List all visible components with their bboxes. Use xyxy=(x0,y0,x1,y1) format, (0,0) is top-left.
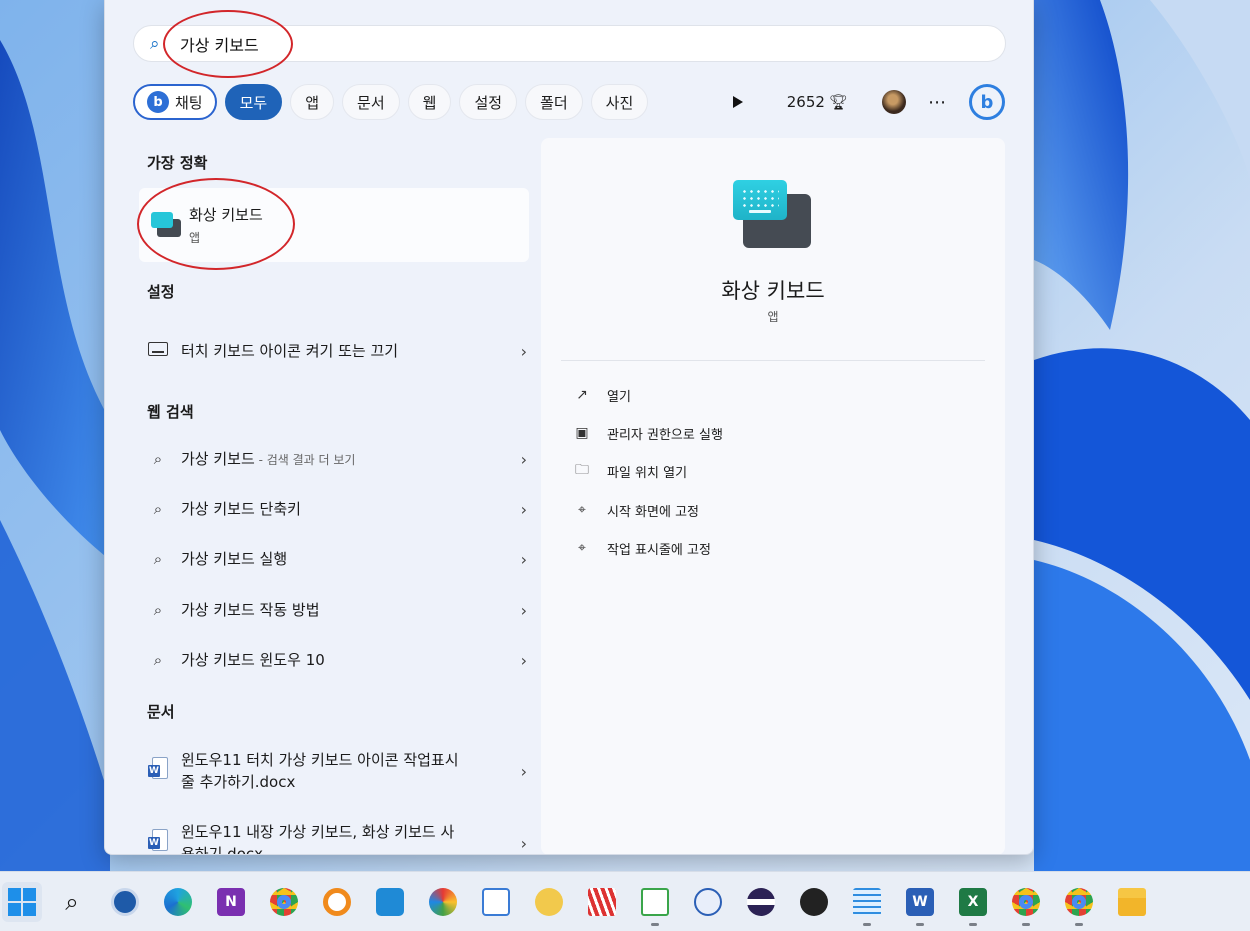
settings-result[interactable]: 터치 키보드 아이콘 켜기 또는 끄기 › xyxy=(147,329,527,373)
filter-documents[interactable]: 문서 xyxy=(342,84,400,120)
taskbar-app-wave[interactable] xyxy=(529,882,569,922)
best-match-result[interactable]: 화상 키보드 앱 xyxy=(139,188,529,262)
taskbar-app-colors[interactable] xyxy=(423,882,463,922)
section-settings: 설정 xyxy=(147,283,175,301)
search-box[interactable]: ⌕ xyxy=(133,25,1006,62)
start-search-panel: ⌕ b 채팅 모두 앱 문서 웹 설정 폴더 사진 2652🏆︎ ⋯ b 가장 … xyxy=(104,0,1034,855)
search-filter-bar: b 채팅 모두 앱 문서 웹 설정 폴더 사진 2652 🏆︎ ⋯ b xyxy=(133,83,1005,121)
taskbar-app-edge[interactable] xyxy=(158,882,198,922)
search-icon: ⌕ xyxy=(153,550,163,568)
pin-icon: ⌖ xyxy=(578,540,586,556)
action-run-as-admin[interactable]: ▣ 관리자 권한으로 실행 xyxy=(573,418,723,448)
taskbar-app-chrome-profile-2[interactable] xyxy=(1059,882,1099,926)
section-best-match: 가장 정확 xyxy=(147,154,208,172)
chat-label: 채팅 xyxy=(175,93,203,112)
taskbar-app-chrome-profile-1[interactable] xyxy=(1006,882,1046,926)
best-match-type: 앱 xyxy=(189,231,201,245)
taskbar-app-stripes[interactable] xyxy=(582,882,622,922)
taskbar-app-obs[interactable] xyxy=(794,882,834,922)
best-match-name: 화상 키보드 xyxy=(189,206,263,224)
chevron-right-icon: › xyxy=(520,549,527,569)
rewards-points[interactable]: 2652 🏆︎ xyxy=(787,93,848,111)
filter-apps[interactable]: 앱 xyxy=(290,84,335,120)
chevron-right-icon: › xyxy=(520,833,527,853)
taskbar-app-excel[interactable]: X xyxy=(953,882,993,926)
taskbar-search-button[interactable]: ⌕ xyxy=(52,882,92,922)
filter-settings[interactable]: 설정 xyxy=(459,84,518,120)
chevron-right-icon: › xyxy=(520,761,527,781)
taskbar-app-word[interactable]: W xyxy=(900,882,940,926)
search-icon: ⌕ xyxy=(153,450,163,468)
detail-app-name: 화상 키보드 xyxy=(721,279,825,303)
web-result[interactable]: ⌕ 가상 키보드 실행 › xyxy=(147,539,527,579)
search-icon: ⌕ xyxy=(150,33,160,54)
filter-web[interactable]: 웹 xyxy=(407,84,452,120)
search-icon: ⌕ xyxy=(153,601,163,619)
action-pin-to-taskbar[interactable]: ⌖ 작업 표시줄에 고정 xyxy=(573,533,711,563)
search-icon: ⌕ xyxy=(153,500,163,518)
trophy-icon: 🏆︎ xyxy=(828,93,848,111)
action-open[interactable]: ↗ 열기 xyxy=(573,380,631,410)
web-result[interactable]: ⌕ 가상 키보드 - 검색 결과 더 보기 › xyxy=(147,439,527,479)
chevron-right-icon: › xyxy=(520,341,527,361)
chevron-right-icon: › xyxy=(520,449,527,469)
taskbar-app-notepad[interactable] xyxy=(847,882,887,926)
folder-icon: 🗀︎ xyxy=(575,462,589,478)
action-open-file-location[interactable]: 🗀︎ 파일 위치 열기 xyxy=(573,456,687,486)
action-pin-to-start[interactable]: ⌖ 시작 화면에 고정 xyxy=(573,495,699,525)
taskbar-app-chrome[interactable] xyxy=(264,882,304,922)
taskbar-app-file-explorer[interactable] xyxy=(1112,882,1152,922)
more-filters-play-icon[interactable] xyxy=(732,96,743,108)
web-result[interactable]: ⌕ 가상 키보드 단축키 › xyxy=(147,489,527,529)
filter-folders[interactable]: 폴더 xyxy=(525,84,583,120)
taskbar-app-onenote[interactable]: N xyxy=(211,882,251,922)
chevron-right-icon: › xyxy=(520,600,527,620)
section-web-search: 웹 검색 xyxy=(147,403,194,421)
taskbar-app-eclipse[interactable] xyxy=(741,882,781,922)
filter-all[interactable]: 모두 xyxy=(224,84,283,120)
section-documents: 문서 xyxy=(147,703,175,721)
start-button[interactable] xyxy=(2,881,42,922)
windows-icon xyxy=(8,887,36,916)
document-result[interactable]: W 윈도우11 내장 가상 키보드, 화상 키보드 사용하기.docx › xyxy=(147,819,527,854)
bing-chat-icon: b xyxy=(147,91,169,113)
search-input[interactable] xyxy=(180,34,880,53)
shield-icon: ▣ xyxy=(575,425,589,441)
word-document-icon: W xyxy=(147,757,169,785)
taskbar-app-power-tool[interactable] xyxy=(105,882,145,922)
chevron-right-icon: › xyxy=(520,650,527,670)
chat-button[interactable]: b 채팅 xyxy=(133,84,217,120)
on-screen-keyboard-icon xyxy=(151,212,181,238)
bing-icon[interactable]: b xyxy=(969,84,1005,120)
taskbar: ⌕ N W X xyxy=(0,871,1250,931)
taskbar-app-notepad-chart[interactable] xyxy=(635,882,675,926)
open-external-icon: ↗ xyxy=(576,387,588,403)
web-result[interactable]: ⌕ 가상 키보드 윈도우 10 › xyxy=(147,640,527,680)
pin-icon: ⌖ xyxy=(578,502,586,518)
taskbar-app-search-tool[interactable] xyxy=(317,882,357,922)
detail-app-type: 앱 xyxy=(767,310,779,324)
document-result[interactable]: W 윈도우11 터치 가상 키보드 아이콘 작업표시줄 추가하기.docx › xyxy=(147,747,527,795)
on-screen-keyboard-icon xyxy=(733,180,813,250)
more-options-icon[interactable]: ⋯ xyxy=(928,92,947,113)
touch-keyboard-icon xyxy=(147,342,169,360)
search-icon: ⌕ xyxy=(65,887,79,916)
chevron-right-icon: › xyxy=(520,499,527,519)
search-icon: ⌕ xyxy=(153,651,163,669)
taskbar-app-hwp[interactable] xyxy=(476,882,516,922)
web-result[interactable]: ⌕ 가상 키보드 작동 방법 › xyxy=(147,590,527,630)
filter-photos[interactable]: 사진 xyxy=(590,84,649,120)
divider xyxy=(561,360,985,361)
taskbar-app-w[interactable] xyxy=(688,882,728,922)
taskbar-app-vscode[interactable] xyxy=(370,882,410,922)
word-document-icon: W xyxy=(147,829,169,854)
user-avatar[interactable] xyxy=(882,90,906,114)
result-detail-pane: 화상 키보드 앱 ↗ 열기 ▣ 관리자 권한으로 실행 🗀︎ 파일 위치 열기 … xyxy=(541,138,1005,854)
